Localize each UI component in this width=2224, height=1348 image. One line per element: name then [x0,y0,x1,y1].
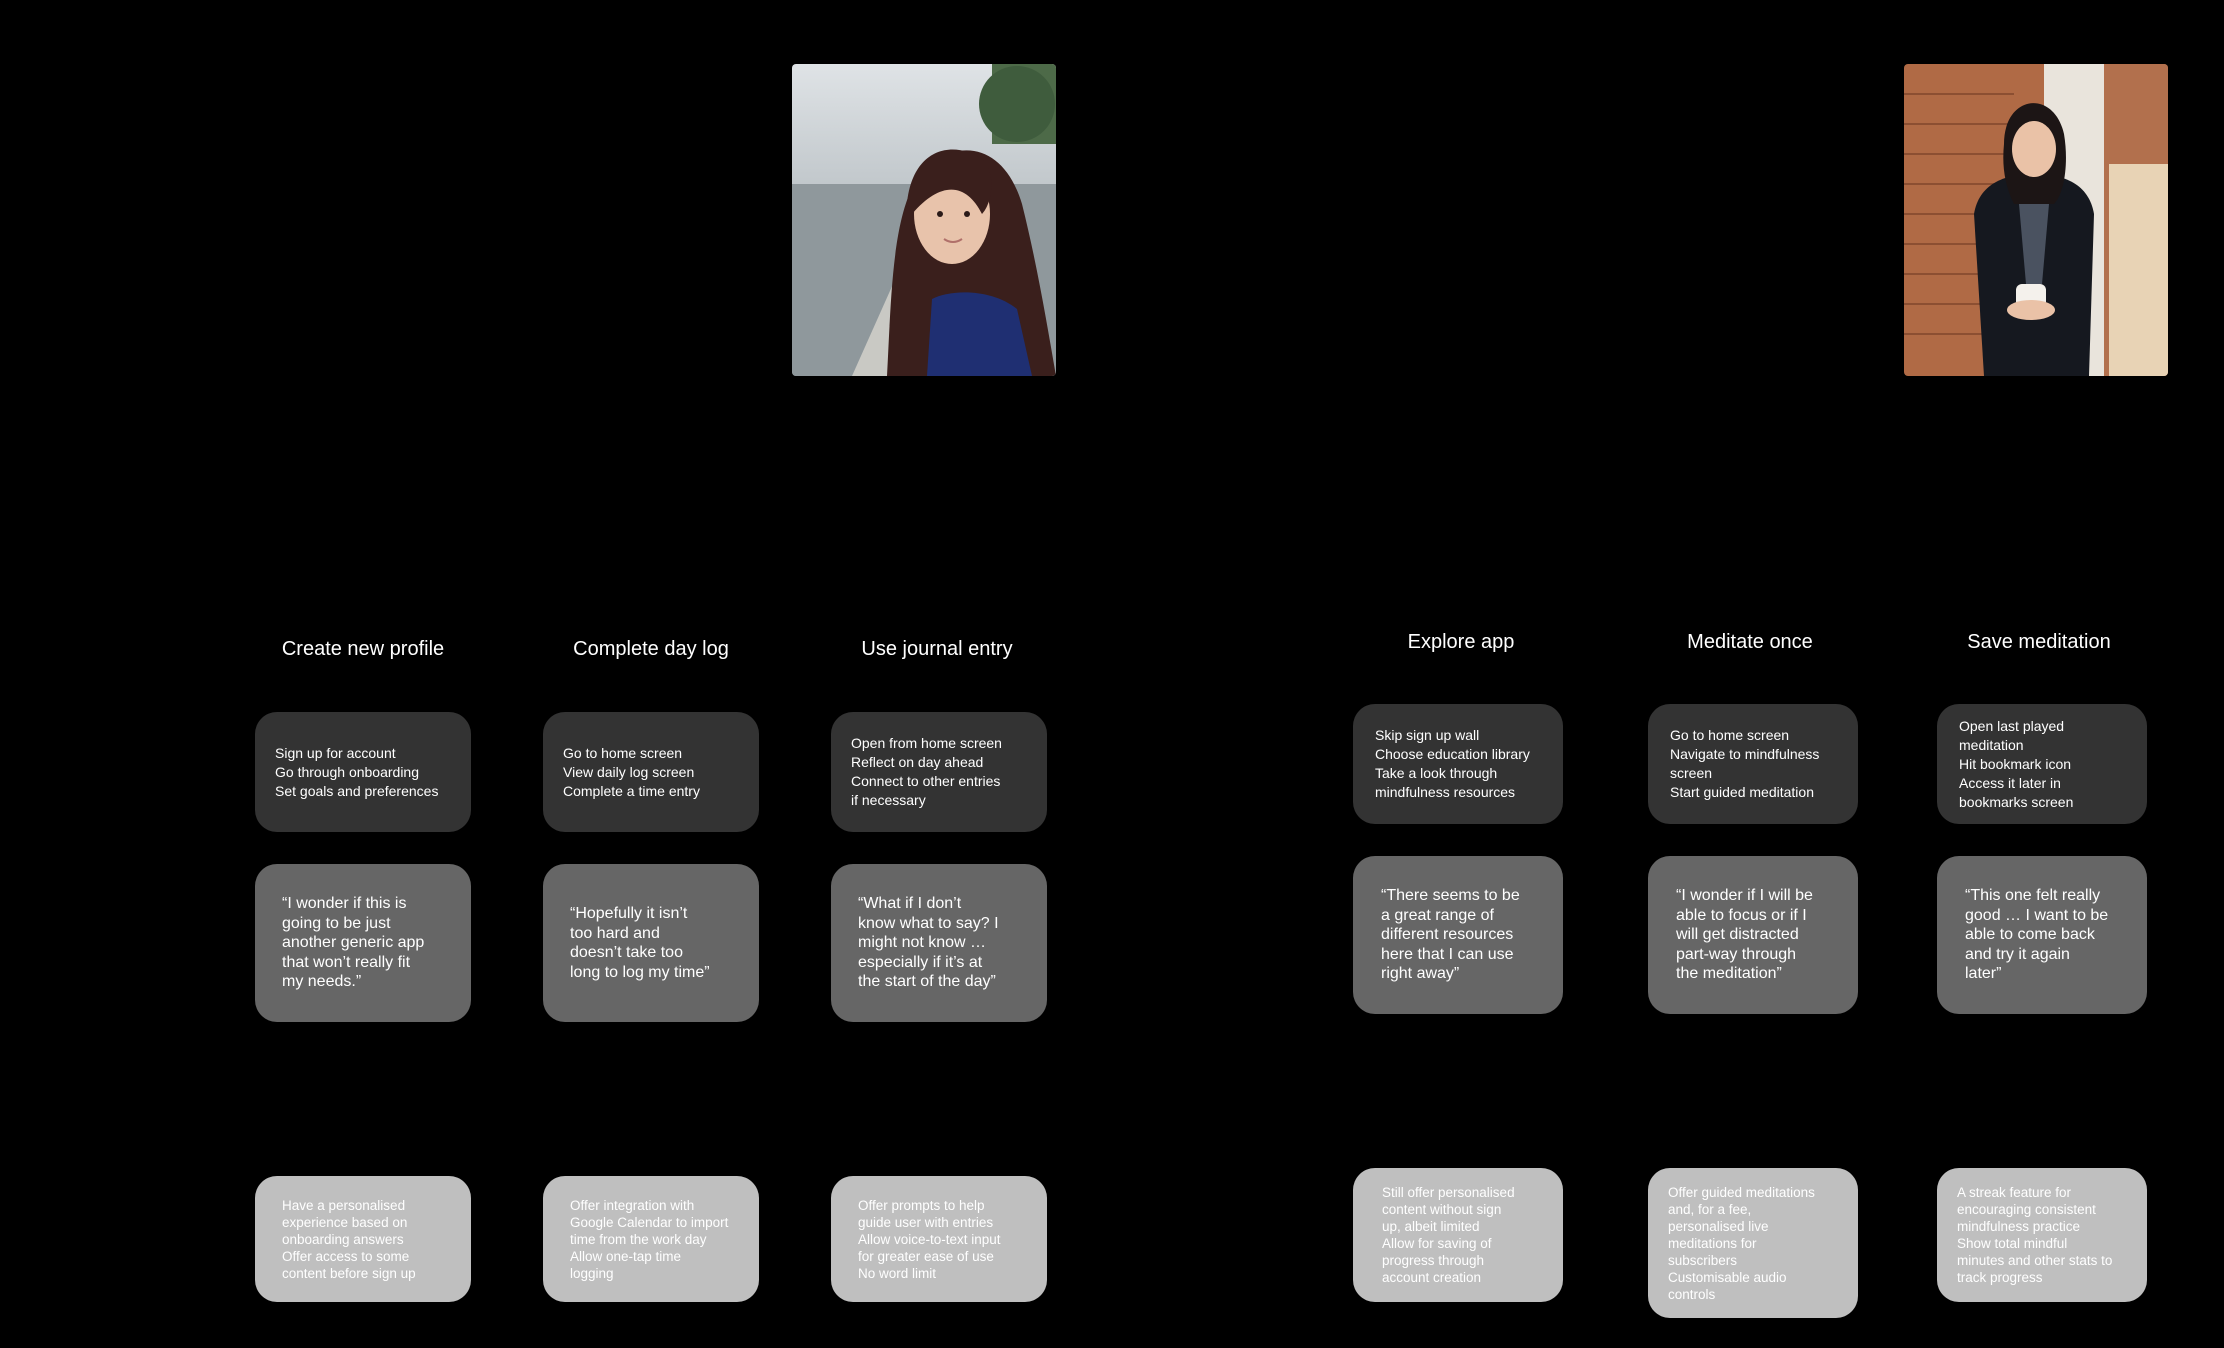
opportunities-card: A streak feature for encouraging consist… [1937,1168,2147,1302]
quote-text: “Hopefully it isn’t too hard and doesn’t… [570,905,710,981]
actions-card: Open from home screen Reflect on day ahe… [831,712,1047,832]
actions-card: Sign up for account Go through onboardin… [255,712,471,832]
quote-card: “There seems to be a great range of diff… [1353,856,1563,1014]
opportunities-text: Still offer personalised content without… [1382,1185,1515,1285]
persona-2-image [1904,64,2168,376]
stage-title: Complete day log [573,638,729,660]
persona-photo-1 [792,64,1056,376]
persona-photo-2 [1904,64,2168,376]
opportunities-card: Offer integration with Google Calendar t… [543,1176,759,1302]
quote-card: “This one felt really good … I want to b… [1937,856,2147,1014]
persona-1-image [792,64,1056,376]
quote-text: “I wonder if this is going to be just an… [282,895,425,991]
opportunities-card: Have a personalised experience based on … [255,1176,471,1302]
actions-card: Go to home screen Navigate to mindfulnes… [1648,704,1858,824]
stage-title: Create new profile [281,638,445,660]
stage-title: Save meditation [1967,631,2111,653]
stage-title: Meditate once [1687,631,1813,653]
quote-text: “There seems to be a great range of diff… [1381,887,1520,983]
actions-text: Skip sign up wall Choose education libra… [1375,727,1530,800]
opportunities-text: Offer integration with Google Calendar t… [570,1197,729,1281]
actions-text: Go to home screen View daily log screen … [563,744,700,799]
actions-card: Open last played meditation Hit bookmark… [1937,704,2147,824]
quote-card: “What if I don’t know what to say? I mig… [831,864,1047,1022]
actions-text: Go to home screen Navigate to mindfulnes… [1670,727,1820,800]
opportunities-card: Offer guided meditations and, for a fee,… [1648,1168,1858,1318]
opportunities-card: Offer prompts to help guide user with en… [831,1176,1047,1302]
stage-title: Use journal entry [861,638,1013,660]
opportunities-card: Still offer personalised content without… [1353,1168,1563,1302]
opportunities-text: A streak feature for encouraging consist… [1957,1185,2113,1285]
actions-card: Go to home screen View daily log screen … [543,712,759,832]
quote-text: “This one felt really good … I want to b… [1965,887,2109,983]
opportunities-text: Offer guided meditations and, for a fee,… [1668,1184,1815,1302]
quote-card: “I wonder if this is going to be just an… [255,864,471,1022]
opportunities-text: Offer prompts to help guide user with en… [858,1197,1001,1281]
actions-text: Open last played meditation Hit bookmark… [1959,717,2074,810]
quote-card: “I wonder if I will be able to focus or … [1648,856,1858,1014]
actions-card: Skip sign up wall Choose education libra… [1353,704,1563,824]
actions-text: Open from home screen Reflect on day ahe… [851,735,1002,808]
quote-text: “What if I don’t know what to say? I mig… [858,895,999,991]
quote-card: “Hopefully it isn’t too hard and doesn’t… [543,864,759,1022]
opportunities-text: Have a personalised experience based on … [282,1197,416,1281]
stage-title: Explore app [1407,631,1515,653]
actions-text: Sign up for account Go through onboardin… [275,744,439,799]
journey-map-canvas: Create new profile Complete day log Use … [0,0,2224,1348]
quote-text: “I wonder if I will be able to focus or … [1676,887,1813,983]
